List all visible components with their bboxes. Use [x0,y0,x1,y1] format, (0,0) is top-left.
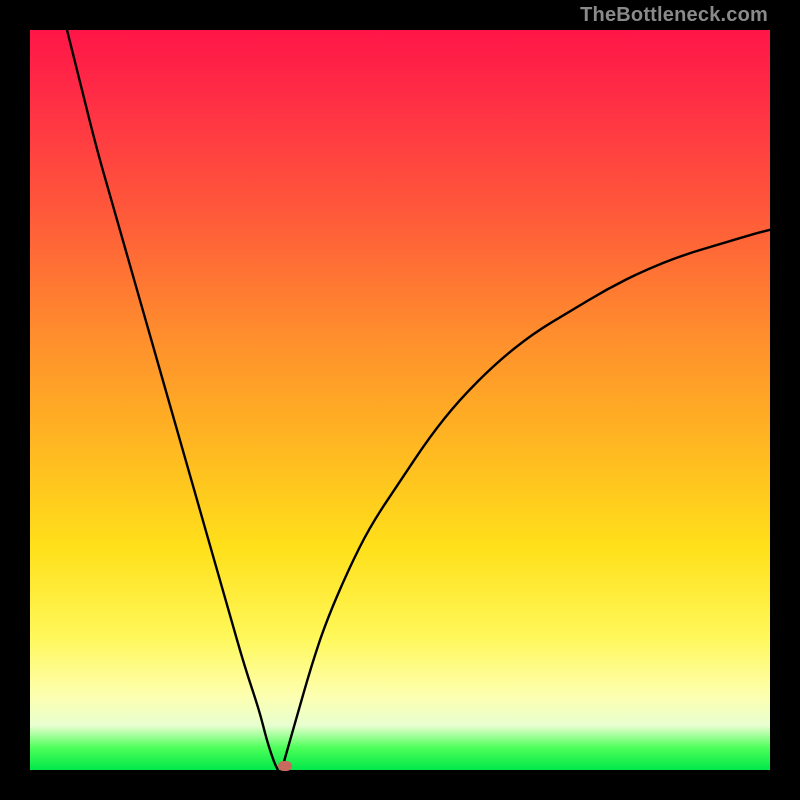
chart-frame: TheBottleneck.com [0,0,800,800]
plot-area [30,30,770,770]
min-marker [278,761,292,771]
bottleneck-curve [30,30,770,770]
curve-left-branch [67,30,278,770]
watermark-text: TheBottleneck.com [580,4,768,27]
curve-right-branch [282,230,770,770]
